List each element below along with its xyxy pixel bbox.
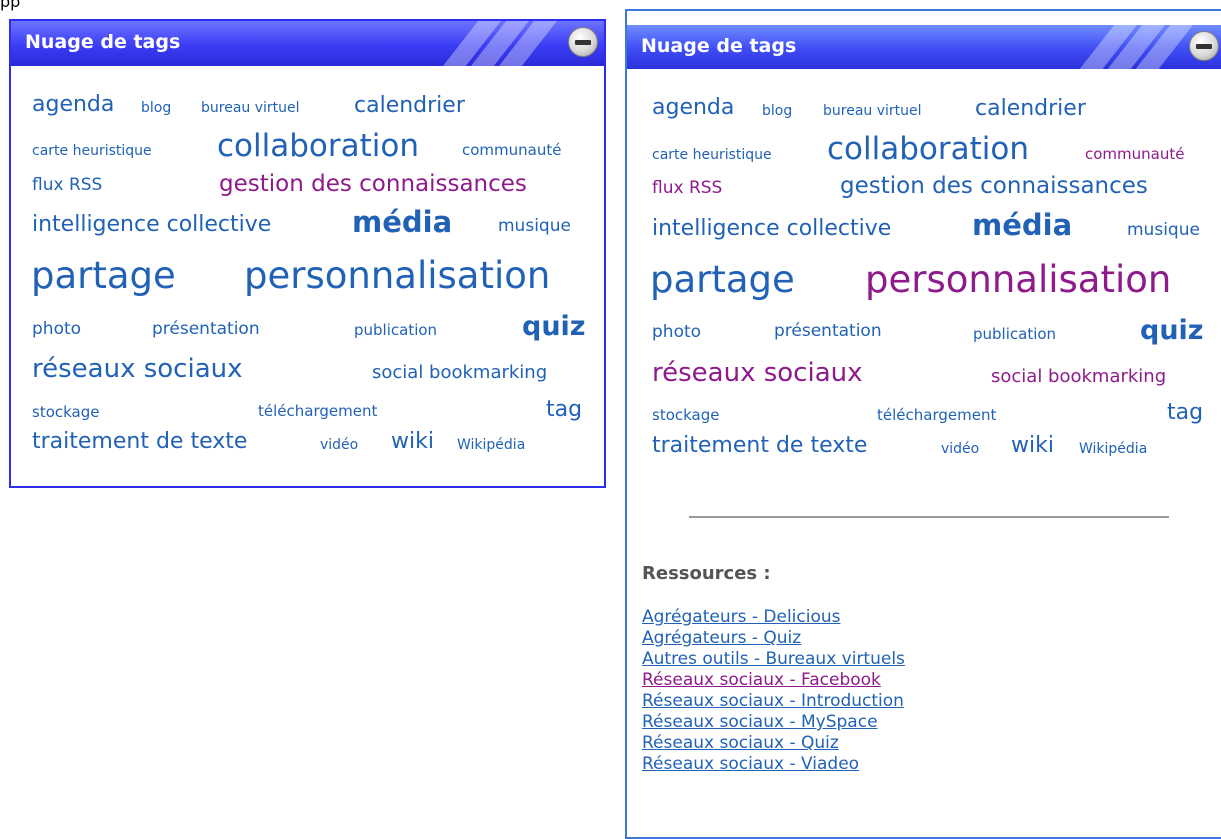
widget-header: Nuage de tags bbox=[627, 25, 1221, 69]
tag-link[interactable]: intelligence collective bbox=[32, 214, 271, 236]
tag-link[interactable]: partage bbox=[650, 261, 795, 298]
widget-title: Nuage de tags bbox=[641, 35, 797, 57]
resource-link[interactable]: Réseaux sociaux - Facebook bbox=[642, 670, 881, 690]
tag-link[interactable]: téléchargement bbox=[258, 404, 377, 419]
tag-link[interactable]: bureau virtuel bbox=[823, 104, 922, 118]
tag-link[interactable]: Wikipédia bbox=[1079, 442, 1147, 456]
resource-link[interactable]: Réseaux sociaux - Viadeo bbox=[642, 754, 859, 774]
tag-link[interactable]: publication bbox=[354, 323, 437, 338]
tag-link[interactable]: quiz bbox=[1140, 317, 1204, 344]
tag-link[interactable]: vidéo bbox=[941, 442, 979, 456]
tag-link[interactable]: collaboration bbox=[827, 134, 1029, 165]
tag-link[interactable]: social bookmarking bbox=[372, 364, 547, 382]
tag-link[interactable]: tag bbox=[546, 399, 582, 421]
tag-link[interactable]: intelligence collective bbox=[652, 218, 891, 240]
tag-link[interactable]: wiki bbox=[391, 431, 434, 453]
tag-link[interactable]: média bbox=[972, 211, 1072, 240]
tag-link[interactable]: réseaux sociaux bbox=[32, 356, 243, 382]
tag-link[interactable]: partage bbox=[31, 257, 176, 294]
resource-link[interactable]: Agrégateurs - Delicious bbox=[642, 607, 841, 627]
resource-link[interactable]: Autres outils - Bureaux virtuels bbox=[642, 649, 905, 669]
collapse-icon[interactable] bbox=[1189, 31, 1219, 61]
tag-link[interactable]: musique bbox=[1127, 222, 1200, 239]
tag-link[interactable]: musique bbox=[498, 218, 571, 235]
tag-link[interactable]: traitement de texte bbox=[652, 435, 867, 457]
tag-link[interactable]: carte heuristique bbox=[32, 144, 152, 158]
tag-link[interactable]: photo bbox=[652, 324, 701, 341]
section-divider bbox=[689, 516, 1169, 518]
tag-link[interactable]: collaboration bbox=[217, 131, 419, 162]
tag-link[interactable]: présentation bbox=[774, 323, 882, 340]
tag-link[interactable]: média bbox=[352, 208, 452, 237]
tag-cloud-widget-left: Nuage de tags agenda blog bureau virtuel… bbox=[9, 19, 606, 488]
resources-heading: Ressources : bbox=[642, 563, 771, 584]
tag-link[interactable]: stockage bbox=[652, 408, 720, 423]
resource-link[interactable]: Réseaux sociaux - Introduction bbox=[642, 691, 904, 711]
tag-link[interactable]: calendrier bbox=[354, 95, 465, 117]
resource-link[interactable]: Réseaux sociaux - MySpace bbox=[642, 712, 878, 732]
tag-link[interactable]: quiz bbox=[522, 313, 586, 340]
tag-link[interactable]: photo bbox=[32, 321, 81, 338]
clipped-text-fragment: pp bbox=[0, 0, 21, 11]
tag-link[interactable]: agenda bbox=[652, 97, 734, 119]
tag-link[interactable]: téléchargement bbox=[877, 408, 996, 423]
tag-link[interactable]: Wikipédia bbox=[457, 438, 525, 452]
tag-cloud-widget-right: Nuage de tags agenda blog bureau virtuel… bbox=[625, 9, 1221, 839]
widget-header: Nuage de tags bbox=[11, 21, 604, 66]
tag-link[interactable]: tag bbox=[1167, 402, 1203, 424]
tag-link[interactable]: carte heuristique bbox=[652, 148, 772, 162]
resource-link[interactable]: Réseaux sociaux - Quiz bbox=[642, 733, 839, 753]
widget-title: Nuage de tags bbox=[25, 31, 181, 53]
tag-link[interactable]: social bookmarking bbox=[991, 368, 1166, 386]
tag-link[interactable]: gestion des connaissances bbox=[840, 175, 1148, 198]
tag-link[interactable]: stockage bbox=[32, 405, 100, 420]
tag-link[interactable]: calendrier bbox=[975, 98, 1086, 120]
tag-link[interactable]: vidéo bbox=[320, 438, 358, 452]
tag-link[interactable]: bureau virtuel bbox=[201, 101, 300, 115]
tag-link[interactable]: réseaux sociaux bbox=[652, 360, 863, 386]
tag-link[interactable]: wiki bbox=[1011, 435, 1054, 457]
tag-link[interactable]: flux RSS bbox=[652, 180, 722, 197]
tag-link[interactable]: publication bbox=[973, 327, 1056, 342]
tag-link[interactable]: gestion des connaissances bbox=[219, 173, 527, 196]
tag-link[interactable]: communauté bbox=[462, 143, 561, 158]
tag-link[interactable]: communauté bbox=[1085, 147, 1184, 162]
collapse-icon[interactable] bbox=[568, 27, 598, 57]
tag-link[interactable]: blog bbox=[762, 104, 792, 118]
tag-link[interactable]: traitement de texte bbox=[32, 431, 247, 453]
tag-link[interactable]: présentation bbox=[152, 321, 260, 338]
tag-link[interactable]: blog bbox=[141, 101, 171, 115]
tag-link[interactable]: flux RSS bbox=[32, 177, 102, 194]
resource-link[interactable]: Agrégateurs - Quiz bbox=[642, 628, 801, 648]
tag-link[interactable]: personnalisation bbox=[244, 257, 550, 294]
tag-link[interactable]: personnalisation bbox=[865, 261, 1171, 298]
tag-link[interactable]: agenda bbox=[32, 94, 114, 116]
